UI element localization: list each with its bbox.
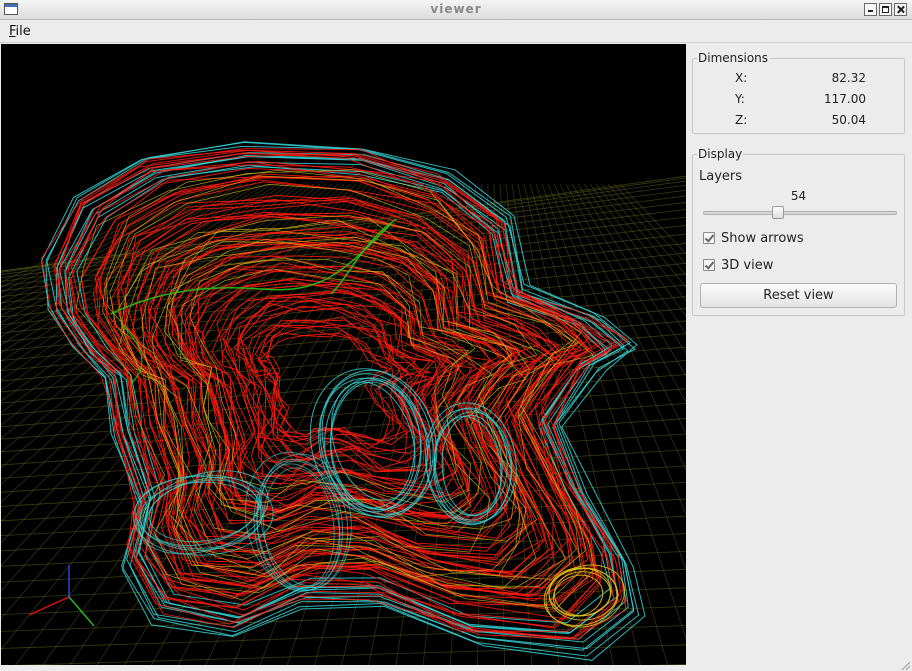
close-button[interactable] (894, 3, 907, 16)
dimension-label: Y: (735, 92, 745, 106)
dimension-row-x: X: 82.32 (693, 71, 904, 89)
3d-view-checkbox[interactable] (703, 259, 715, 271)
side-panel: Dimensions X: 82.32 Y: 117.00 Z: 50.04 D… (688, 44, 912, 671)
3d-viewport[interactable] (1, 44, 686, 665)
maximize-button[interactable] (879, 3, 892, 16)
dimension-value: 117.00 (824, 92, 866, 106)
show-arrows-label[interactable]: Show arrows (721, 231, 804, 246)
dimensions-title: Dimensions (697, 51, 770, 65)
model-render[interactable] (1, 44, 686, 665)
3d-view-label[interactable]: 3D view (721, 258, 773, 273)
window-title: viewer (430, 2, 482, 16)
display-title: Display (697, 147, 744, 161)
minimize-button[interactable] (864, 3, 877, 16)
dimension-value: 50.04 (831, 113, 866, 127)
dimension-value: 82.32 (831, 71, 866, 85)
reset-view-button[interactable]: Reset view (700, 283, 897, 308)
layers-label: Layers (699, 169, 743, 184)
dimension-row-z: Z: 50.04 (693, 113, 904, 131)
floor-grid (1, 175, 686, 665)
menu-file[interactable]: File (9, 24, 31, 39)
dimension-label: Z: (735, 113, 748, 127)
dimension-row-y: Y: 117.00 (693, 92, 904, 110)
title-bar: viewer (0, 0, 912, 20)
menu-bar: File (0, 20, 912, 43)
layers-slider[interactable] (703, 211, 897, 215)
dimension-label: X: (735, 71, 748, 85)
status-bar (0, 666, 912, 671)
resize-grip-icon[interactable] (900, 662, 910, 670)
show-arrows-checkbox[interactable] (703, 232, 715, 244)
dimensions-group: Dimensions X: 82.32 Y: 117.00 Z: 50.04 (692, 51, 905, 134)
layers-slider-value: 54 (790, 189, 807, 203)
display-group: Display Layers 54 Show arrows 3D view Re… (692, 147, 905, 316)
layers-slider-handle[interactable] (772, 206, 785, 219)
